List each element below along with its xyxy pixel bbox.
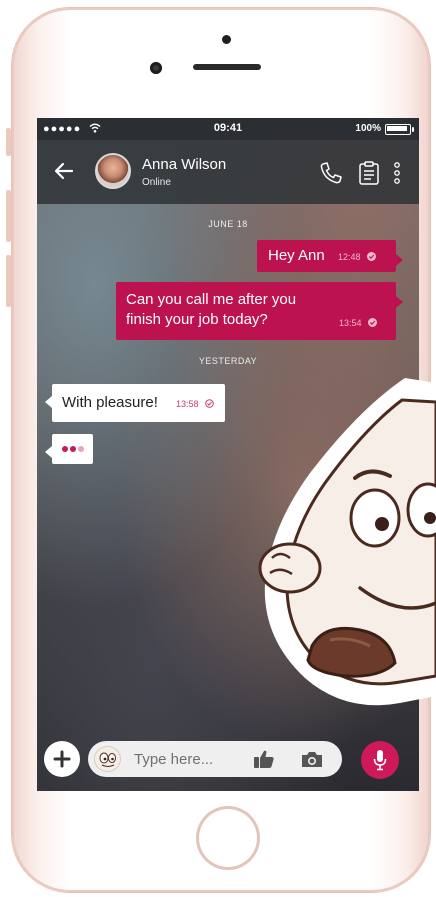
battery-percent: 100% <box>355 123 381 134</box>
typing-dot <box>62 446 68 452</box>
more-vertical-icon[interactable] <box>393 160 401 186</box>
camera-icon[interactable] <box>300 750 324 769</box>
read-check-icon <box>205 399 214 408</box>
phone-icon[interactable] <box>318 160 344 186</box>
avatar[interactable] <box>95 153 131 189</box>
message-incoming[interactable]: With pleasure! 13:58 <box>45 384 225 422</box>
phone-volume-up <box>6 190 11 242</box>
proximity-sensor <box>222 35 231 44</box>
message-outgoing[interactable]: Can you call me after you finish your jo… <box>116 282 403 340</box>
clipboard-icon[interactable] <box>357 160 381 186</box>
sticker-character-illustration <box>258 378 436 706</box>
message-text-line: finish your job today? <box>126 311 268 328</box>
add-attachment-button[interactable] <box>44 741 80 777</box>
earpiece-speaker <box>193 64 261 70</box>
status-bar: ●●●●● 09:41 100% <box>37 118 419 140</box>
message-outgoing[interactable]: Hey Ann 12:48 <box>257 240 403 272</box>
phone-volume-down <box>6 255 11 307</box>
message-text: Hey Ann <box>268 247 325 264</box>
chat-header: Anna Wilson Online <box>37 140 419 204</box>
plus-icon <box>53 750 71 768</box>
front-camera <box>150 62 162 74</box>
thumbs-up-icon[interactable] <box>253 749 275 769</box>
message-time: 12:48 <box>338 252 361 262</box>
typing-indicator <box>45 434 93 464</box>
battery-icon <box>385 124 414 135</box>
message-input-placeholder[interactable]: Type here... <box>134 751 213 768</box>
message-time: 13:58 <box>176 399 199 409</box>
read-check-icon <box>367 252 376 261</box>
home-button[interactable] <box>196 806 260 870</box>
sticker-icon[interactable] <box>94 746 121 772</box>
typing-dot <box>78 446 84 452</box>
voice-record-button[interactable] <box>361 741 399 779</box>
message-text: With pleasure! <box>62 394 158 411</box>
back-arrow-icon[interactable] <box>51 158 77 184</box>
contact-status: Online <box>142 177 171 188</box>
phone-mute-switch <box>6 128 11 156</box>
read-check-icon <box>368 318 377 327</box>
date-separator: JUNE 18 <box>208 219 248 229</box>
message-time: 13:54 <box>339 318 362 328</box>
typing-dot <box>70 446 76 452</box>
message-input-bar[interactable]: Type here... <box>88 741 342 777</box>
mic-icon <box>373 750 387 771</box>
message-text-line: Can you call me after you <box>126 291 297 308</box>
date-separator: YESTERDAY <box>198 356 258 366</box>
contact-name[interactable]: Anna Wilson <box>142 156 226 173</box>
